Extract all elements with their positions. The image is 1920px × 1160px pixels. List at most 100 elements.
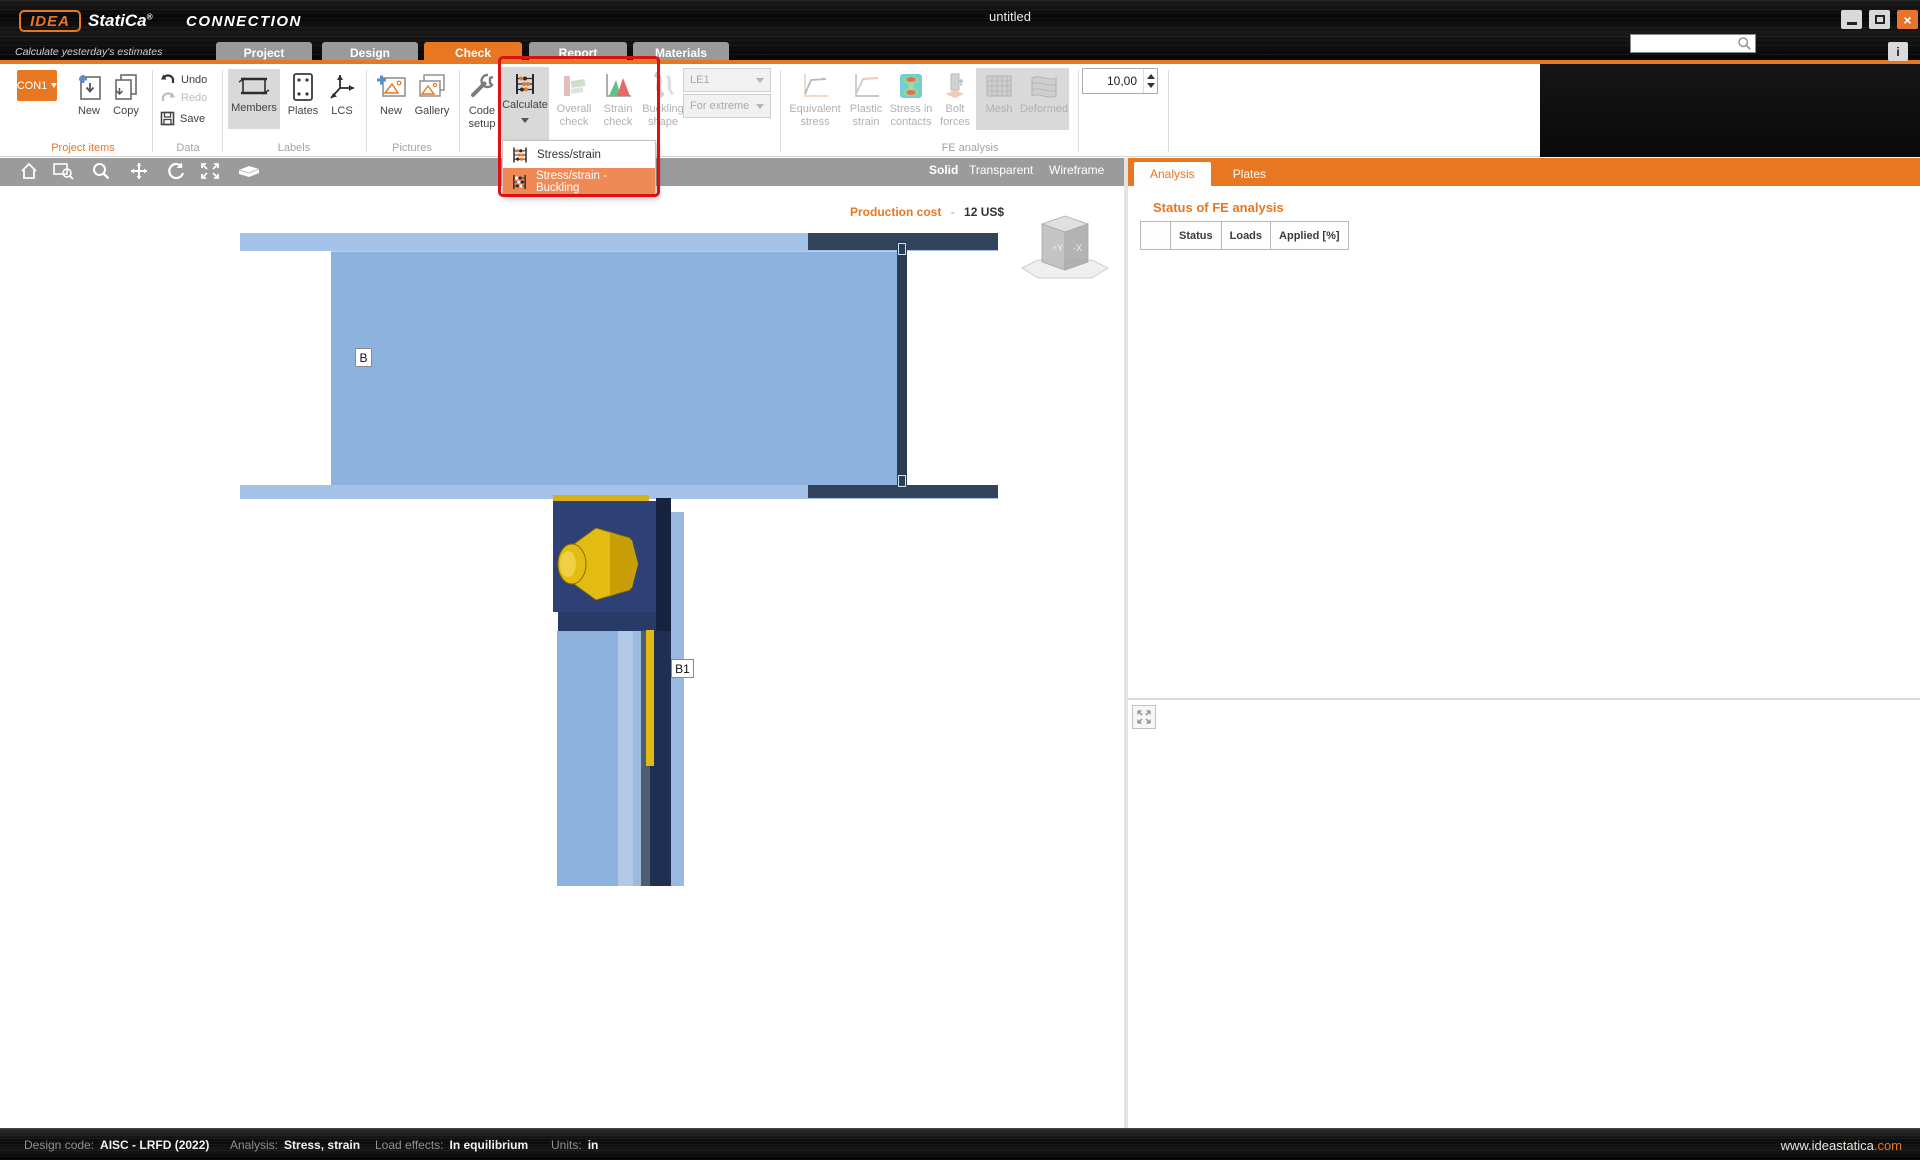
- abacus-icon: [513, 72, 537, 96]
- tagline: Calculate yesterday's estimates: [15, 46, 162, 58]
- right-panel: [1128, 158, 1920, 1128]
- plastic-strain-button[interactable]: Plastic strain: [845, 72, 887, 128]
- minimize-button[interactable]: [1841, 10, 1862, 29]
- zoom-icon[interactable]: [91, 161, 111, 186]
- group-label-data: Data: [158, 142, 218, 154]
- end-plate[interactable]: [897, 241, 907, 490]
- spinner-up-icon[interactable]: [1147, 74, 1155, 79]
- maximize-icon: [1875, 15, 1885, 24]
- ribbon-separator: [222, 70, 223, 152]
- strain-check-label: Strain check: [597, 103, 639, 128]
- scale-value: 10,00: [1083, 74, 1143, 88]
- zoom-fit-icon[interactable]: [199, 161, 221, 186]
- view-cube[interactable]: +Y -X: [1014, 206, 1116, 286]
- member-label-b1[interactable]: B1: [671, 659, 694, 678]
- labels-members-toggle[interactable]: Members: [228, 69, 280, 129]
- chevron-down-icon: [756, 104, 764, 109]
- right-panel-header: Analysis Plates: [1128, 158, 1920, 186]
- production-cost-separator: -: [951, 205, 955, 219]
- ribbon-separator: [780, 70, 781, 152]
- menu-item-stress-strain-buckling[interactable]: Stress/strain - Buckling: [503, 168, 655, 195]
- expand-panel-button[interactable]: [1132, 705, 1156, 729]
- ribbon-separator: [366, 70, 367, 152]
- rotate-icon[interactable]: [166, 161, 186, 186]
- website-link[interactable]: www.ideastatica.com: [1781, 1138, 1902, 1153]
- extreme-select[interactable]: For extreme: [683, 94, 771, 118]
- expand-arrows-icon: [1136, 709, 1152, 725]
- new-project-item-button[interactable]: New: [69, 72, 109, 118]
- bolt-icon[interactable]: [550, 520, 646, 608]
- new-picture-button[interactable]: New: [372, 72, 410, 118]
- maximize-button[interactable]: [1869, 10, 1890, 29]
- plastic-strain-icon: [851, 72, 881, 100]
- member-label-b[interactable]: B: [355, 348, 372, 367]
- website-tld: .com: [1874, 1138, 1902, 1153]
- undo-button[interactable]: Undo: [160, 73, 207, 86]
- labels-plates-toggle[interactable]: Plates: [284, 72, 322, 118]
- plates-label: Plates: [288, 105, 319, 118]
- view-mode-wireframe[interactable]: Wireframe: [1049, 163, 1104, 177]
- panel-tab-plates[interactable]: Plates: [1217, 162, 1282, 186]
- spinner-arrows[interactable]: [1143, 69, 1157, 93]
- search-box[interactable]: [1630, 34, 1756, 53]
- info-button[interactable]: i: [1888, 42, 1908, 61]
- buckling-shape-icon: [649, 72, 677, 100]
- gallery-label: Gallery: [415, 105, 450, 118]
- bolt-forces-button[interactable]: Bolt forces: [936, 72, 974, 128]
- group-label-project-items: Project items: [18, 142, 148, 154]
- stress-in-contacts-button[interactable]: Stress in contacts: [888, 72, 934, 128]
- table-header-row: Status Loads Applied [%]: [1141, 222, 1349, 250]
- panel-tab-analysis[interactable]: Analysis: [1134, 162, 1211, 186]
- table-header-loads: Loads: [1221, 222, 1270, 250]
- deformed-scale-spinner[interactable]: 10,00: [1082, 68, 1158, 94]
- save-button[interactable]: Save: [160, 111, 205, 126]
- website-main: www.ideastatica: [1781, 1138, 1874, 1153]
- equivalent-stress-button[interactable]: Equivalent stress: [788, 72, 842, 128]
- mesh-deformed-group: Mesh Deformed: [976, 68, 1069, 130]
- spinner-down-icon[interactable]: [1147, 83, 1155, 88]
- view-mode-transparent[interactable]: Transparent: [969, 163, 1033, 177]
- solid-view-icon[interactable]: [236, 161, 262, 186]
- fe-status-table: Status Loads Applied [%]: [1140, 221, 1349, 250]
- fe-status-heading: Status of FE analysis: [1153, 200, 1284, 215]
- redo-label: Redo: [181, 92, 207, 104]
- members-label: Members: [231, 102, 277, 115]
- search-input[interactable]: [1631, 38, 1737, 50]
- connection-selector[interactable]: CON1: [17, 70, 57, 101]
- load-effect-select[interactable]: LE1: [683, 68, 771, 92]
- column-web[interactable]: [557, 631, 618, 886]
- overall-check-button[interactable]: Overall check: [552, 72, 596, 128]
- abacus-icon: [511, 146, 529, 164]
- calculate-dropdown-arrow-icon[interactable]: [521, 118, 529, 123]
- close-button[interactable]: ×: [1897, 10, 1918, 29]
- status-value: Stress, strain: [284, 1138, 360, 1152]
- accent-divider: [0, 60, 1920, 64]
- group-label-labels: Labels: [254, 142, 334, 154]
- deformed-toggle[interactable]: Deformed: [1020, 72, 1068, 116]
- view-mode-solid[interactable]: Solid: [929, 163, 958, 177]
- statica-brand: StatiCa®: [88, 11, 152, 31]
- code-setup-button[interactable]: Code setup: [464, 72, 500, 130]
- end-plate-bolt-hole: [898, 475, 906, 487]
- redo-button[interactable]: Redo: [160, 91, 207, 104]
- beam-web[interactable]: [331, 251, 902, 485]
- strain-check-button[interactable]: Strain check: [597, 72, 639, 128]
- overall-check-label: Overall check: [552, 103, 596, 128]
- home-view-icon[interactable]: [19, 161, 39, 186]
- copy-project-item-button[interactable]: Copy: [105, 72, 147, 118]
- undo-label: Undo: [181, 74, 207, 86]
- buckling-shape-button[interactable]: Buckling shape: [640, 72, 686, 128]
- zoom-window-icon[interactable]: [52, 161, 76, 186]
- copy-icon: [111, 72, 141, 102]
- calculate-button[interactable]: Calculate: [501, 67, 549, 140]
- menu-item-stress-strain[interactable]: Stress/strain: [503, 141, 655, 168]
- idea-logo-text: IDEA: [30, 13, 70, 30]
- pan-icon[interactable]: [129, 161, 149, 186]
- ribbon-separator: [152, 70, 153, 152]
- panel-splitter[interactable]: [1128, 698, 1920, 700]
- mesh-toggle[interactable]: Mesh: [980, 72, 1018, 116]
- cube-face-side-label[interactable]: -X: [1073, 243, 1082, 253]
- labels-lcs-toggle[interactable]: LCS: [324, 72, 360, 118]
- cube-face-front-label[interactable]: +Y: [1052, 243, 1063, 253]
- gallery-button[interactable]: Gallery: [410, 72, 454, 118]
